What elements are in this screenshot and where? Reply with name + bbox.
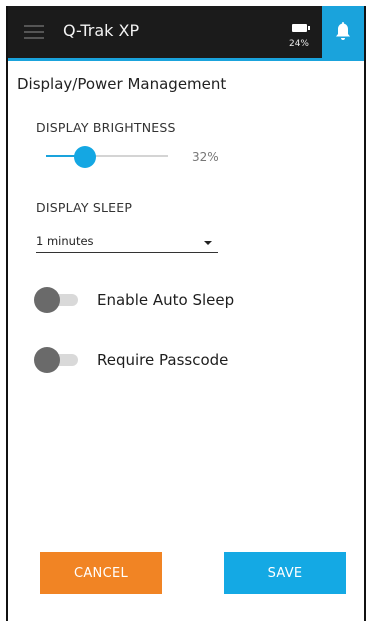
- auto-sleep-toggle[interactable]: [34, 287, 80, 313]
- app-title: Q-Trak XP: [63, 21, 140, 40]
- auto-sleep-label: Enable Auto Sleep: [97, 291, 235, 309]
- battery-percent: 24%: [288, 39, 309, 49]
- save-button[interactable]: SAVE: [224, 552, 346, 594]
- battery-icon: [291, 24, 310, 32]
- caret-down-icon: [204, 241, 212, 245]
- slider-thumb[interactable]: [74, 146, 96, 168]
- bell-icon: [336, 22, 350, 40]
- hamburger-menu-icon[interactable]: [24, 25, 44, 39]
- notifications-button[interactable]: [322, 6, 364, 58]
- cancel-button[interactable]: CANCEL: [40, 552, 162, 594]
- brightness-value: 32%: [192, 150, 219, 164]
- dropdown-selected-value: 1 minutes: [36, 234, 94, 248]
- battery-indicator: 24%: [284, 17, 314, 49]
- display-sleep-dropdown[interactable]: 1 minutes: [36, 232, 218, 253]
- require-passcode-toggle[interactable]: [34, 347, 80, 373]
- page-title: Display/Power Management: [17, 75, 227, 93]
- top-app-bar: Q-Trak XP 24%: [8, 6, 364, 61]
- device-screen: Q-Trak XP 24% Display/Power Management D…: [6, 6, 366, 621]
- display-sleep-label: DISPLAY SLEEP: [36, 200, 133, 215]
- require-passcode-label: Require Passcode: [97, 351, 229, 369]
- header-accent-line: [8, 58, 364, 61]
- display-brightness-label: DISPLAY BRIGHTNESS: [36, 120, 176, 135]
- toggle-knob: [34, 347, 60, 373]
- brightness-slider[interactable]: [46, 146, 168, 168]
- toggle-knob: [34, 287, 60, 313]
